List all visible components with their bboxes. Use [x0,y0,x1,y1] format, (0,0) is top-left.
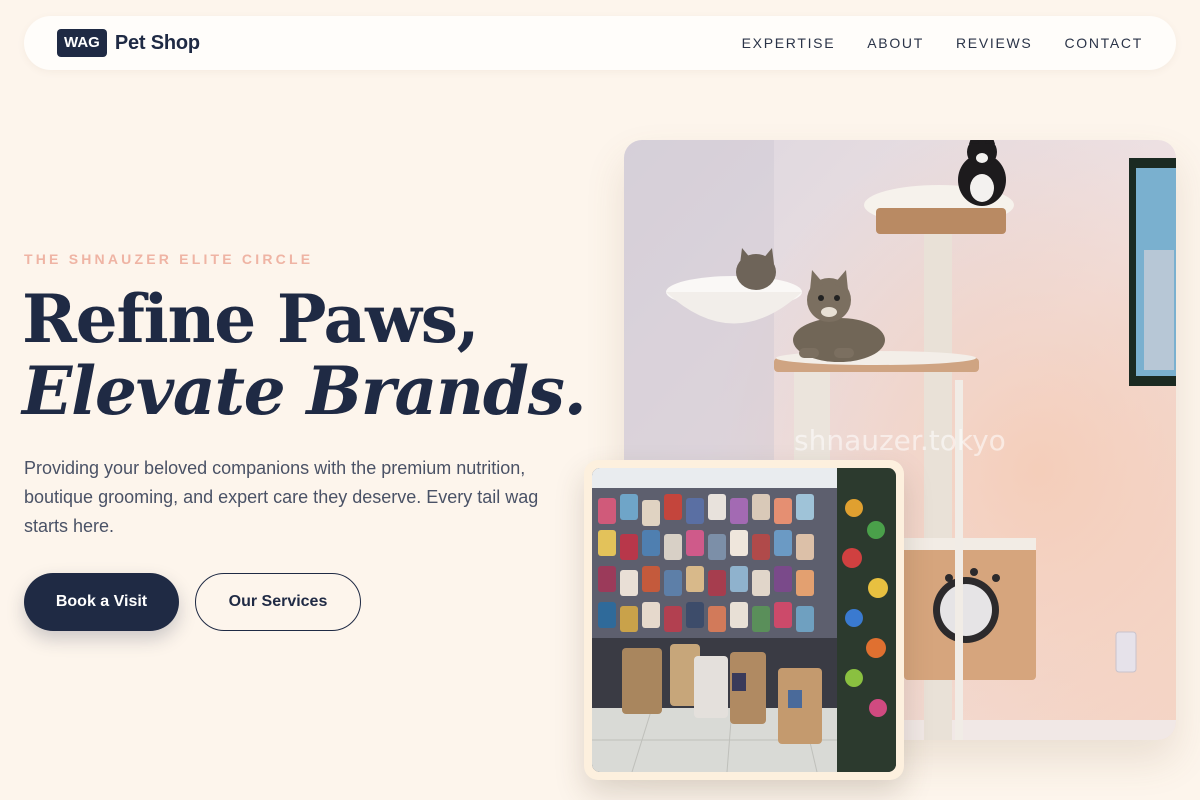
hero-eyebrow: THE SHNAUZER ELITE CIRCLE [24,251,314,267]
nav-link-reviews[interactable]: REVIEWS [956,35,1032,51]
brand-name: Pet Shop [114,31,200,54]
hero-headline: Refine Paws, Elevate Brands. [22,280,587,430]
brand-logo[interactable]: WAG Pet Shop [57,29,200,57]
nav-link-about[interactable]: ABOUT [867,35,924,51]
nav-link-expertise[interactable]: EXPERTISE [742,35,836,51]
pet-shop-interior-photo [584,460,904,780]
brand-badge: WAG [57,29,107,57]
hero-headline-line2: Elevate Brands. [22,352,587,430]
photo-watermark: shnauzer.tokyo [794,424,1006,457]
hero-description: Providing your beloved companions with t… [24,458,539,536]
book-visit-button[interactable]: Book a Visit [24,573,179,631]
top-navbar: WAG Pet Shop EXPERTISE ABOUT REVIEWS CON… [24,16,1176,70]
nav-link-contact[interactable]: CONTACT [1064,35,1143,51]
nav-links: EXPERTISE ABOUT REVIEWS CONTACT [742,35,1143,51]
hero-headline-line1: Refine Paws, [22,280,480,358]
our-services-button[interactable]: Our Services [195,573,361,631]
